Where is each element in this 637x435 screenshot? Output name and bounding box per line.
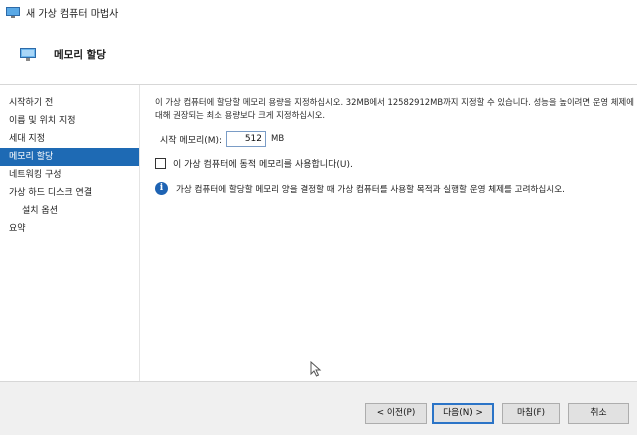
nav-item-summary[interactable]: 요약 — [0, 220, 139, 238]
startup-memory-input[interactable] — [226, 131, 266, 147]
page-title: 메모리 할당 — [54, 48, 106, 61]
dynamic-memory-checkbox[interactable] — [155, 158, 166, 169]
page-header: 메모리 할당 — [0, 24, 637, 84]
computer-monitor-icon — [6, 6, 20, 18]
memory-page-icon — [20, 47, 36, 61]
nav-item-before-you-begin[interactable]: 시작하기 전 — [0, 94, 139, 112]
finish-button[interactable]: 마침(F) — [502, 403, 560, 424]
cancel-button[interactable]: 취소 — [568, 403, 629, 424]
dynamic-memory-row: 이 가상 컴퓨터에 동적 메모리를 사용합니다(U). — [155, 157, 625, 170]
info-text: 가상 컴퓨터에 할당할 메모리 양을 결정할 때 가상 컴퓨터를 사용할 목적과… — [176, 184, 565, 195]
startup-memory-unit: MB — [271, 134, 285, 144]
nav-item-installation-options[interactable]: 설치 옵션 — [0, 202, 139, 220]
nav-item-memory[interactable]: 메모리 할당 — [0, 148, 139, 166]
memory-description: 이 가상 컴퓨터에 할당할 메모리 용량을 지정하십시오. 32MB에서 125… — [155, 97, 634, 120]
dynamic-memory-label[interactable]: 이 가상 컴퓨터에 동적 메모리를 사용합니다(U). — [173, 157, 353, 170]
previous-button[interactable]: < 이전(P) — [365, 403, 427, 424]
startup-memory-label: 시작 메모리(M): — [160, 135, 223, 146]
nav-item-name-location[interactable]: 이름 및 위치 지정 — [0, 112, 139, 130]
nav-item-generation[interactable]: 세대 지정 — [0, 130, 139, 148]
info-icon: i — [155, 182, 168, 195]
title-bar: 새 가상 컴퓨터 마법사 — [0, 0, 637, 24]
info-note: i 가상 컴퓨터에 할당할 메모리 양을 결정할 때 가상 컴퓨터를 사용할 목… — [155, 182, 625, 195]
wizard-footer: < 이전(P) 다음(N) > 마침(F) 취소 — [0, 382, 637, 435]
window-title: 새 가상 컴퓨터 마법사 — [26, 8, 119, 20]
mouse-cursor-icon — [310, 361, 322, 377]
nav-item-networking[interactable]: 네트워킹 구성 — [0, 166, 139, 184]
startup-memory-row: 시작 메모리(M): MB — [160, 131, 625, 147]
nav-item-virtual-hard-disk[interactable]: 가상 하드 디스크 연결 — [0, 184, 139, 202]
wizard-step-nav: 시작하기 전 이름 및 위치 지정 세대 지정 메모리 할당 네트워킹 구성 가… — [0, 85, 140, 381]
memory-settings-panel: 이 가상 컴퓨터에 할당할 메모리 용량을 지정하십시오. 32MB에서 125… — [140, 85, 637, 381]
next-button[interactable]: 다음(N) > — [432, 403, 494, 424]
